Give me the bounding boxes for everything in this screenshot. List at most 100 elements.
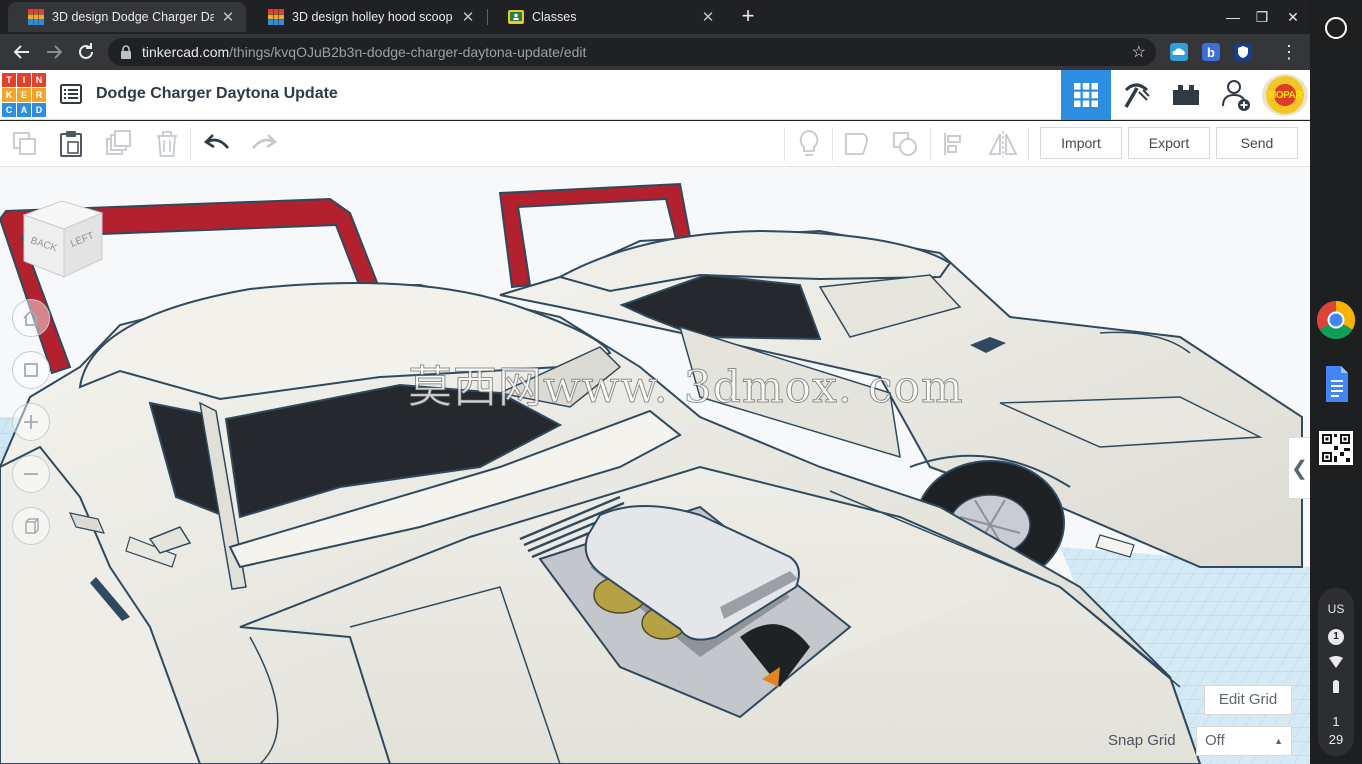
url-host: tinkercad.com (142, 44, 230, 60)
home-icon (23, 309, 39, 326)
export-button[interactable]: Export (1128, 127, 1210, 159)
tab-classes[interactable]: Classes ✕ (488, 2, 726, 32)
snap-grid-select[interactable]: Off ▲ (1196, 726, 1292, 756)
toolbar-divider (1028, 127, 1029, 161)
chrome-menu-button[interactable]: ⋮ (1280, 40, 1298, 64)
google-docs-app-icon[interactable] (1316, 364, 1356, 404)
tinkercad-favicon-icon (268, 9, 284, 25)
plus-icon (24, 415, 38, 429)
duplicate-icon (106, 130, 131, 155)
clipboard-icon (60, 131, 82, 157)
design-title[interactable]: Dodge Charger Daytona Update (96, 85, 338, 103)
maximize-button[interactable]: ❐ (1251, 6, 1273, 28)
delete-button[interactable] (144, 121, 190, 167)
url-path: /things/kvqOJuB2b3n-dodge-charger-dayton… (229, 44, 587, 60)
forward-icon[interactable] (42, 40, 66, 64)
logo-letter: R (32, 88, 46, 102)
status-tray[interactable]: US 1 1 29 (1318, 588, 1354, 756)
add-user-button[interactable] (1211, 70, 1261, 120)
ungroup-icon (893, 132, 917, 156)
paste-button[interactable] (48, 121, 94, 167)
os-shelf: US 1 1 29 (1310, 0, 1362, 764)
cube-outline-icon (25, 518, 39, 534)
tab-strip: 3D design Dodge Charger Dayto ✕ 3D desig… (0, 0, 1310, 34)
fit-view-button[interactable] (12, 351, 50, 389)
chrome-app-icon[interactable] (1316, 300, 1356, 340)
home-view-button[interactable] (12, 299, 50, 337)
tab-holley-hood-scoop[interactable]: 3D design holley hood scoop | Ti ✕ (248, 2, 486, 32)
group-icon (845, 133, 868, 155)
tab-dodge-charger[interactable]: 3D design Dodge Charger Dayto ✕ (8, 2, 246, 32)
notes-button[interactable] (786, 121, 832, 167)
logo-letter: D (32, 103, 46, 117)
import-button[interactable]: Import (1040, 127, 1122, 159)
tab-close-icon[interactable]: ✕ (700, 8, 716, 26)
zoom-out-button[interactable] (12, 455, 50, 493)
3d-design-view-button[interactable] (1061, 70, 1111, 120)
wifi-icon (1329, 656, 1343, 668)
snap-grid-label: Snap Grid (1108, 732, 1176, 749)
tab-close-icon[interactable]: ✕ (220, 8, 236, 26)
minus-icon (24, 473, 38, 475)
tab-title: 3D design Dodge Charger Dayto (52, 10, 214, 24)
toolbar-divider (784, 127, 785, 161)
workplane-viewport[interactable]: BACK LEFT 莫西网www. 3dmox. com ❮ Edit Grid… (0, 167, 1310, 764)
keyboard-locale: US (1327, 602, 1345, 616)
duplicate-button[interactable] (96, 121, 142, 167)
logo-letter: T (2, 73, 16, 87)
user-avatar[interactable]: MOPAR (1262, 74, 1308, 116)
tab-close-icon[interactable]: ✕ (460, 8, 476, 26)
battery-icon (1333, 680, 1339, 693)
trash-icon (157, 131, 177, 157)
url-text: tinkercad.com/things/kvqOJuB2b3n-dodge-c… (142, 44, 586, 60)
perspective-toggle-button[interactable] (12, 507, 50, 545)
tinkercad-favicon-icon (28, 9, 44, 25)
clock-minute: 29 (1328, 732, 1344, 747)
grid-view-icon (1074, 83, 1098, 107)
design-list-icon[interactable] (60, 84, 82, 104)
screen: 3D design Dodge Charger Dayto ✕ 3D desig… (0, 0, 1362, 764)
logo-letter: K (2, 88, 16, 102)
notification-count: 1 (1328, 629, 1344, 645)
bookmark-star-icon[interactable]: ☆ (1132, 42, 1146, 62)
undo-button[interactable] (194, 121, 240, 167)
tab-title: 3D design holley hood scoop | Ti (292, 10, 454, 24)
align-button[interactable] (932, 121, 978, 167)
redo-button[interactable] (241, 121, 287, 167)
lightbulb-icon (799, 130, 819, 156)
back-icon[interactable] (10, 40, 34, 64)
edit-grid-button[interactable]: Edit Grid (1204, 685, 1292, 715)
browser-toolbar: tinkercad.com/things/kvqOJuB2b3n-dodge-c… (0, 34, 1310, 70)
new-tab-button[interactable]: + (738, 4, 758, 28)
cloud-ext-icon[interactable] (1170, 43, 1188, 61)
copy-button[interactable] (2, 121, 48, 167)
classroom-favicon-icon (508, 10, 524, 24)
logo-letter: C (2, 103, 16, 117)
view-cube[interactable]: BACK LEFT (22, 197, 104, 279)
mirror-button[interactable] (980, 121, 1026, 167)
tab-title: Classes (532, 10, 577, 24)
b-ext-icon[interactable]: b (1202, 43, 1220, 61)
minimize-button[interactable]: — (1222, 6, 1244, 28)
send-to-button[interactable]: Send To (1216, 127, 1298, 181)
launcher-icon[interactable] (1325, 17, 1347, 39)
lock-icon[interactable] (120, 45, 132, 59)
shield-ext-icon[interactable] (1234, 43, 1252, 61)
zoom-in-button[interactable] (12, 403, 50, 441)
shapes-panel-toggle[interactable]: ❮ (1288, 437, 1310, 499)
3d-scene[interactable] (0, 167, 1310, 764)
ungroup-button[interactable] (882, 121, 928, 167)
bricks-button[interactable] (1161, 70, 1211, 120)
address-bar[interactable]: tinkercad.com/things/kvqOJuB2b3n-dodge-c… (108, 38, 1156, 66)
qr-code-app-icon[interactable] (1316, 428, 1356, 468)
codeblocks-button[interactable] (1111, 70, 1161, 120)
tinkercad-logo[interactable]: T I N K E R C A D (2, 73, 46, 117)
notification-count-badge: 1 (1318, 628, 1354, 645)
window-close-button[interactable]: ✕ (1282, 6, 1304, 28)
undo-icon (204, 134, 229, 149)
group-button[interactable] (834, 121, 880, 167)
logo-letter: E (17, 88, 31, 102)
clock-hour: 1 (1332, 714, 1340, 729)
reload-icon[interactable] (74, 40, 98, 64)
add-user-icon (1222, 80, 1250, 111)
